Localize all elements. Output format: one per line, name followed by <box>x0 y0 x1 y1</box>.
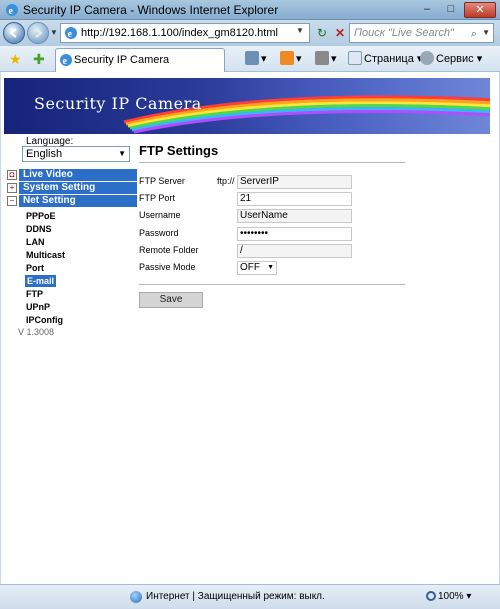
page-title: FTP Settings <box>139 143 219 158</box>
username-label: Username <box>139 210 181 220</box>
svg-text:e: e <box>63 56 68 67</box>
browser-tab[interactable]: e Security IP Camera <box>55 48 225 72</box>
username-input[interactable]: UserName <box>237 209 352 223</box>
remote-folder-label: Remote Folder <box>139 245 199 255</box>
sidebar: Language: English ▼ ◘ Live Video + Syste… <box>4 134 137 584</box>
banner-logo-text: Security IP Camera <box>34 94 202 113</box>
expand-plus-icon[interactable]: + <box>7 183 17 193</box>
password-input[interactable]: •••••••• <box>237 227 352 241</box>
chevron-down-icon: ▼ <box>267 264 274 271</box>
remote-folder-input[interactable]: / <box>237 244 352 258</box>
ftp-server-prefix: ftp:// <box>217 176 235 186</box>
language-select[interactable]: English ▼ <box>22 146 130 162</box>
home-icon <box>245 51 259 65</box>
submenu-lan[interactable]: LAN <box>26 236 45 248</box>
menu-live-video[interactable]: Live Video <box>19 169 137 181</box>
page-icon: e <box>65 27 77 40</box>
submenu-ftp[interactable]: FTP <box>26 288 43 300</box>
favorites-star-icon[interactable]: ★ <box>9 51 22 68</box>
page-menu-button[interactable]: Страница ▾ <box>348 51 422 67</box>
refresh-icon[interactable]: ↻ <box>313 24 331 42</box>
tab-page-icon: e <box>60 54 72 67</box>
camera-banner: Security IP Camera <box>4 78 496 134</box>
chevron-down-icon: ▼ <box>118 149 126 158</box>
address-input[interactable]: e http://192.168.1.100/index_gm8120.html <box>60 23 310 43</box>
maximize-button[interactable]: □ <box>440 2 462 18</box>
svg-text:e: e <box>9 6 14 17</box>
gear-icon <box>420 51 434 65</box>
rss-icon <box>280 51 294 65</box>
svg-text:e: e <box>68 29 73 40</box>
passive-mode-select[interactable]: OFF ▼ <box>237 261 277 275</box>
page-menu-icon <box>348 51 362 65</box>
search-input[interactable]: Поиск "Live Search" ⌕ ▼ <box>349 23 494 43</box>
window-title: Security IP Camera - Windows Internet Ex… <box>23 3 279 17</box>
vertical-scrollbar[interactable] <box>490 72 499 584</box>
submenu-ddns[interactable]: DDNS <box>26 223 52 235</box>
search-icon[interactable]: ⌕ <box>471 25 477 43</box>
ftp-server-row: FTP Server ftp:// ServerIP <box>139 175 409 189</box>
zoom-value: 100% <box>438 591 464 602</box>
print-button[interactable]: ▾ <box>315 51 337 67</box>
search-dropdown-icon[interactable]: ▼ <box>482 24 490 42</box>
address-toolbar: ▼ e http://192.168.1.100/index_gm8120.ht… <box>0 20 500 46</box>
submenu-pppoe[interactable]: PPPoE <box>26 210 56 222</box>
printer-icon <box>315 51 329 65</box>
submenu-ipconfig[interactable]: IPConfig <box>26 314 63 326</box>
zoom-icon <box>426 591 436 601</box>
forward-button[interactable] <box>27 22 49 44</box>
password-label: Password <box>139 228 179 238</box>
address-url: http://192.168.1.100/index_gm8120.html <box>81 27 278 39</box>
feeds-button[interactable]: ▾ <box>280 51 302 67</box>
ftp-server-label: FTP Server <box>139 176 185 186</box>
zoom-control[interactable]: 100% ▾ <box>426 591 471 602</box>
home-button[interactable]: ▾ <box>245 51 267 67</box>
language-value: English <box>26 148 63 160</box>
menu-net-setting[interactable]: Net Setting <box>19 195 137 207</box>
tools-menu-button[interactable]: Сервис ▾ <box>420 51 482 67</box>
ftp-port-input[interactable]: 21 <box>237 192 352 206</box>
ftp-server-input[interactable]: ServerIP <box>237 175 352 189</box>
divider <box>139 284 405 285</box>
divider <box>139 162 405 163</box>
ie-logo-icon: e <box>6 4 18 17</box>
arrow-right-icon <box>35 28 43 38</box>
menu-system-setting[interactable]: System Setting <box>19 182 137 194</box>
submenu-multicast[interactable]: Multicast <box>26 249 65 261</box>
language-area: Language: English ▼ <box>4 134 137 166</box>
history-dropdown-icon[interactable]: ▼ <box>50 28 58 38</box>
passive-mode-value: OFF <box>240 262 260 273</box>
collapse-minus-icon[interactable]: − <box>7 196 17 206</box>
minimize-button[interactable]: – <box>416 2 438 18</box>
stop-icon[interactable]: ✕ <box>331 24 349 42</box>
arrow-left-icon <box>9 28 17 38</box>
passive-mode-label: Passive Mode <box>139 262 196 272</box>
command-bar: ★ ✚ e Security IP Camera ▾ ▾ ▾ Страница … <box>0 46 500 72</box>
status-bar: Интернет | Защищенный режим: выкл. 100% … <box>0 584 500 609</box>
internet-globe-icon <box>130 591 142 603</box>
ftp-port-row: FTP Port 21 <box>139 192 409 206</box>
save-button[interactable]: Save <box>139 292 203 308</box>
submenu-upnp[interactable]: UPnP <box>26 301 50 313</box>
remote-folder-row: Remote Folder / <box>139 244 409 258</box>
passive-mode-row: Passive Mode OFF ▼ <box>139 261 409 275</box>
add-favorite-icon[interactable]: ✚ <box>33 51 45 68</box>
tab-title: Security IP Camera <box>74 54 170 66</box>
menu-marker-icon: ◘ <box>7 170 17 180</box>
page-viewport: Security IP Camera Language: English ▼ ◘… <box>0 72 500 584</box>
submenu-email[interactable]: E-mail <box>25 275 57 287</box>
ftp-port-label: FTP Port <box>139 193 175 203</box>
back-button[interactable] <box>3 22 25 44</box>
tools-menu-label: Сервис <box>436 53 474 65</box>
version-text: V 1.3008 <box>18 327 55 337</box>
submenu-port[interactable]: Port <box>26 262 44 274</box>
username-row: Username UserName <box>139 209 409 223</box>
search-placeholder: Поиск "Live Search" <box>354 27 454 39</box>
page-menu-label: Страница <box>364 53 414 65</box>
address-dropdown-icon[interactable]: ▼ <box>296 26 304 35</box>
close-button[interactable]: ✕ <box>464 2 496 18</box>
password-row: Password •••••••• <box>139 227 409 241</box>
status-text: Интернет | Защищенный режим: выкл. <box>146 591 325 602</box>
window-titlebar: e Security IP Camera - Windows Internet … <box>0 0 500 20</box>
